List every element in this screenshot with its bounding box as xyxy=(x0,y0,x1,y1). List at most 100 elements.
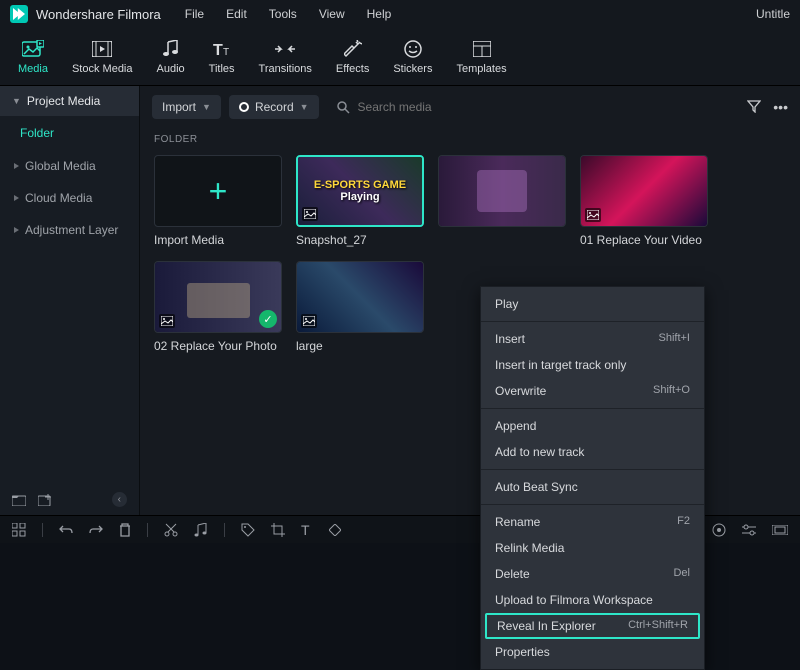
context-menu-label: Upload to Filmora Workspace xyxy=(495,593,653,607)
collapse-sidebar[interactable]: ‹ xyxy=(112,492,127,507)
shortcut-label: Ctrl+Shift+R xyxy=(628,619,688,633)
tab-label: Titles xyxy=(209,63,235,75)
context-menu-item[interactable]: Relink Media xyxy=(481,535,704,561)
media-card[interactable]: 01 Replace Your Video xyxy=(580,155,708,247)
chevron-right-icon xyxy=(14,195,19,201)
search-field[interactable] xyxy=(327,100,740,114)
search-input[interactable] xyxy=(358,100,730,114)
new-bin-icon[interactable] xyxy=(12,494,26,506)
app-logo xyxy=(10,5,28,23)
media-card[interactable]: ✓ 02 Replace Your Photo xyxy=(154,261,282,353)
audio-icon[interactable] xyxy=(194,523,208,537)
record-label: Record xyxy=(255,100,294,114)
context-menu-item[interactable]: InsertShift+I xyxy=(481,326,704,352)
new-folder-icon[interactable] xyxy=(38,494,52,506)
svg-text:T: T xyxy=(213,42,223,57)
menu-file[interactable]: File xyxy=(185,7,204,21)
menu-separator xyxy=(481,408,704,409)
shortcut-label: Del xyxy=(673,567,690,581)
delete-icon[interactable] xyxy=(119,523,131,537)
context-menu-label: Delete xyxy=(495,567,530,581)
context-menu-item[interactable]: Upload to Filmora Workspace xyxy=(481,587,704,613)
sidebar-header[interactable]: ▼ Project Media xyxy=(0,86,139,116)
tab-stock-media[interactable]: Stock Media xyxy=(72,34,133,79)
menu-edit[interactable]: Edit xyxy=(226,7,247,21)
record-icon xyxy=(239,102,249,112)
card-caption: large xyxy=(296,339,424,353)
context-menu-item[interactable]: Delete Del xyxy=(481,561,704,587)
keyframe-icon[interactable] xyxy=(329,524,341,536)
tab-stickers[interactable]: Stickers xyxy=(393,34,432,79)
cut-icon[interactable] xyxy=(164,523,178,537)
tab-label: Media xyxy=(18,63,48,75)
import-dropdown[interactable]: Import▼ xyxy=(152,95,221,119)
record-dropdown[interactable]: Record▼ xyxy=(229,95,319,119)
record-icon[interactable] xyxy=(712,523,726,537)
context-menu-label: Relink Media xyxy=(495,541,564,555)
tab-audio[interactable]: Audio xyxy=(157,34,185,79)
settings-icon[interactable] xyxy=(742,524,756,536)
tab-media[interactable]: Media xyxy=(18,34,48,79)
sidebar: ▼ Project Media Folder Global Media Clou… xyxy=(0,86,140,515)
card-caption: Import Media xyxy=(154,233,282,247)
context-menu-item[interactable]: Play xyxy=(481,291,704,317)
chevron-right-icon xyxy=(14,227,19,233)
stickers-icon xyxy=(402,38,424,60)
context-menu-item[interactable]: RenameF2 xyxy=(481,509,704,535)
context-menu-label: Reveal In Explorer xyxy=(497,619,596,633)
redo-icon[interactable] xyxy=(89,524,103,536)
tag-icon[interactable] xyxy=(241,523,255,537)
transitions-icon xyxy=(274,38,296,60)
overlay-text: Playing xyxy=(340,191,379,203)
content-area: Import▼ Record▼ ••• FOLDER + Import Medi… xyxy=(140,86,800,515)
tab-titles[interactable]: TT Titles xyxy=(209,34,235,79)
tab-effects[interactable]: Effects xyxy=(336,34,369,79)
sidebar-item-adjustment[interactable]: Adjustment Layer xyxy=(0,214,139,246)
effects-icon xyxy=(342,38,364,60)
context-menu-item[interactable]: Insert in target track only xyxy=(481,352,704,378)
plus-icon: + xyxy=(209,173,228,210)
menu-help[interactable]: Help xyxy=(367,7,392,21)
svg-text:T: T xyxy=(223,47,229,57)
media-card[interactable] xyxy=(438,155,566,247)
sidebar-folder[interactable]: Folder xyxy=(0,116,139,150)
menu-tools[interactable]: Tools xyxy=(269,7,297,21)
undo-icon[interactable] xyxy=(59,524,73,536)
more-icon[interactable]: ••• xyxy=(773,99,788,115)
context-menu-label: Add to new track xyxy=(495,445,584,459)
media-icon xyxy=(22,38,44,60)
titles-icon: TT xyxy=(211,38,233,60)
overlay-text: E-SPORTS GAME xyxy=(314,179,406,191)
tab-label: Stock Media xyxy=(72,63,133,75)
context-menu-label: Rename xyxy=(495,515,540,529)
context-menu-item[interactable]: Auto Beat Sync xyxy=(481,474,704,500)
context-menu-label: Append xyxy=(495,419,536,433)
menu-view[interactable]: View xyxy=(319,7,345,21)
media-card[interactable]: E-SPORTS GAMEPlaying Snapshot_27 xyxy=(296,155,424,247)
image-badge-icon xyxy=(159,314,175,328)
crop-icon[interactable] xyxy=(271,523,285,537)
sidebar-item-cloud[interactable]: Cloud Media xyxy=(0,182,139,214)
import-media-card[interactable]: + Import Media xyxy=(154,155,282,247)
context-menu: Play InsertShift+IInsert in target track … xyxy=(480,286,705,670)
tab-transitions[interactable]: Transitions xyxy=(259,34,312,79)
grid-icon[interactable] xyxy=(12,523,26,537)
clip-icon[interactable] xyxy=(772,525,788,535)
context-menu-item[interactable]: Append xyxy=(481,413,704,439)
tab-label: Templates xyxy=(456,63,506,75)
context-menu-item[interactable]: OverwriteShift+O xyxy=(481,378,704,404)
media-card[interactable]: large xyxy=(296,261,424,353)
filter-icon[interactable] xyxy=(747,99,761,115)
context-menu-label: Properties xyxy=(495,645,550,659)
text-icon[interactable]: T xyxy=(301,523,313,537)
note-icon xyxy=(160,38,182,60)
card-caption: Snapshot_27 xyxy=(296,233,424,247)
check-icon: ✓ xyxy=(259,310,277,328)
context-menu-item[interactable]: Add to new track xyxy=(481,439,704,465)
tab-templates[interactable]: Templates xyxy=(456,34,506,79)
context-menu-item[interactable]: Properties xyxy=(481,639,704,665)
context-menu-item[interactable]: Reveal In Explorer Ctrl+Shift+R xyxy=(485,613,700,639)
sidebar-item-global[interactable]: Global Media xyxy=(0,150,139,182)
ribbon-tabs: Media Stock Media Audio TT Titles Transi… xyxy=(0,28,800,86)
chevron-down-icon: ▼ xyxy=(202,102,211,112)
